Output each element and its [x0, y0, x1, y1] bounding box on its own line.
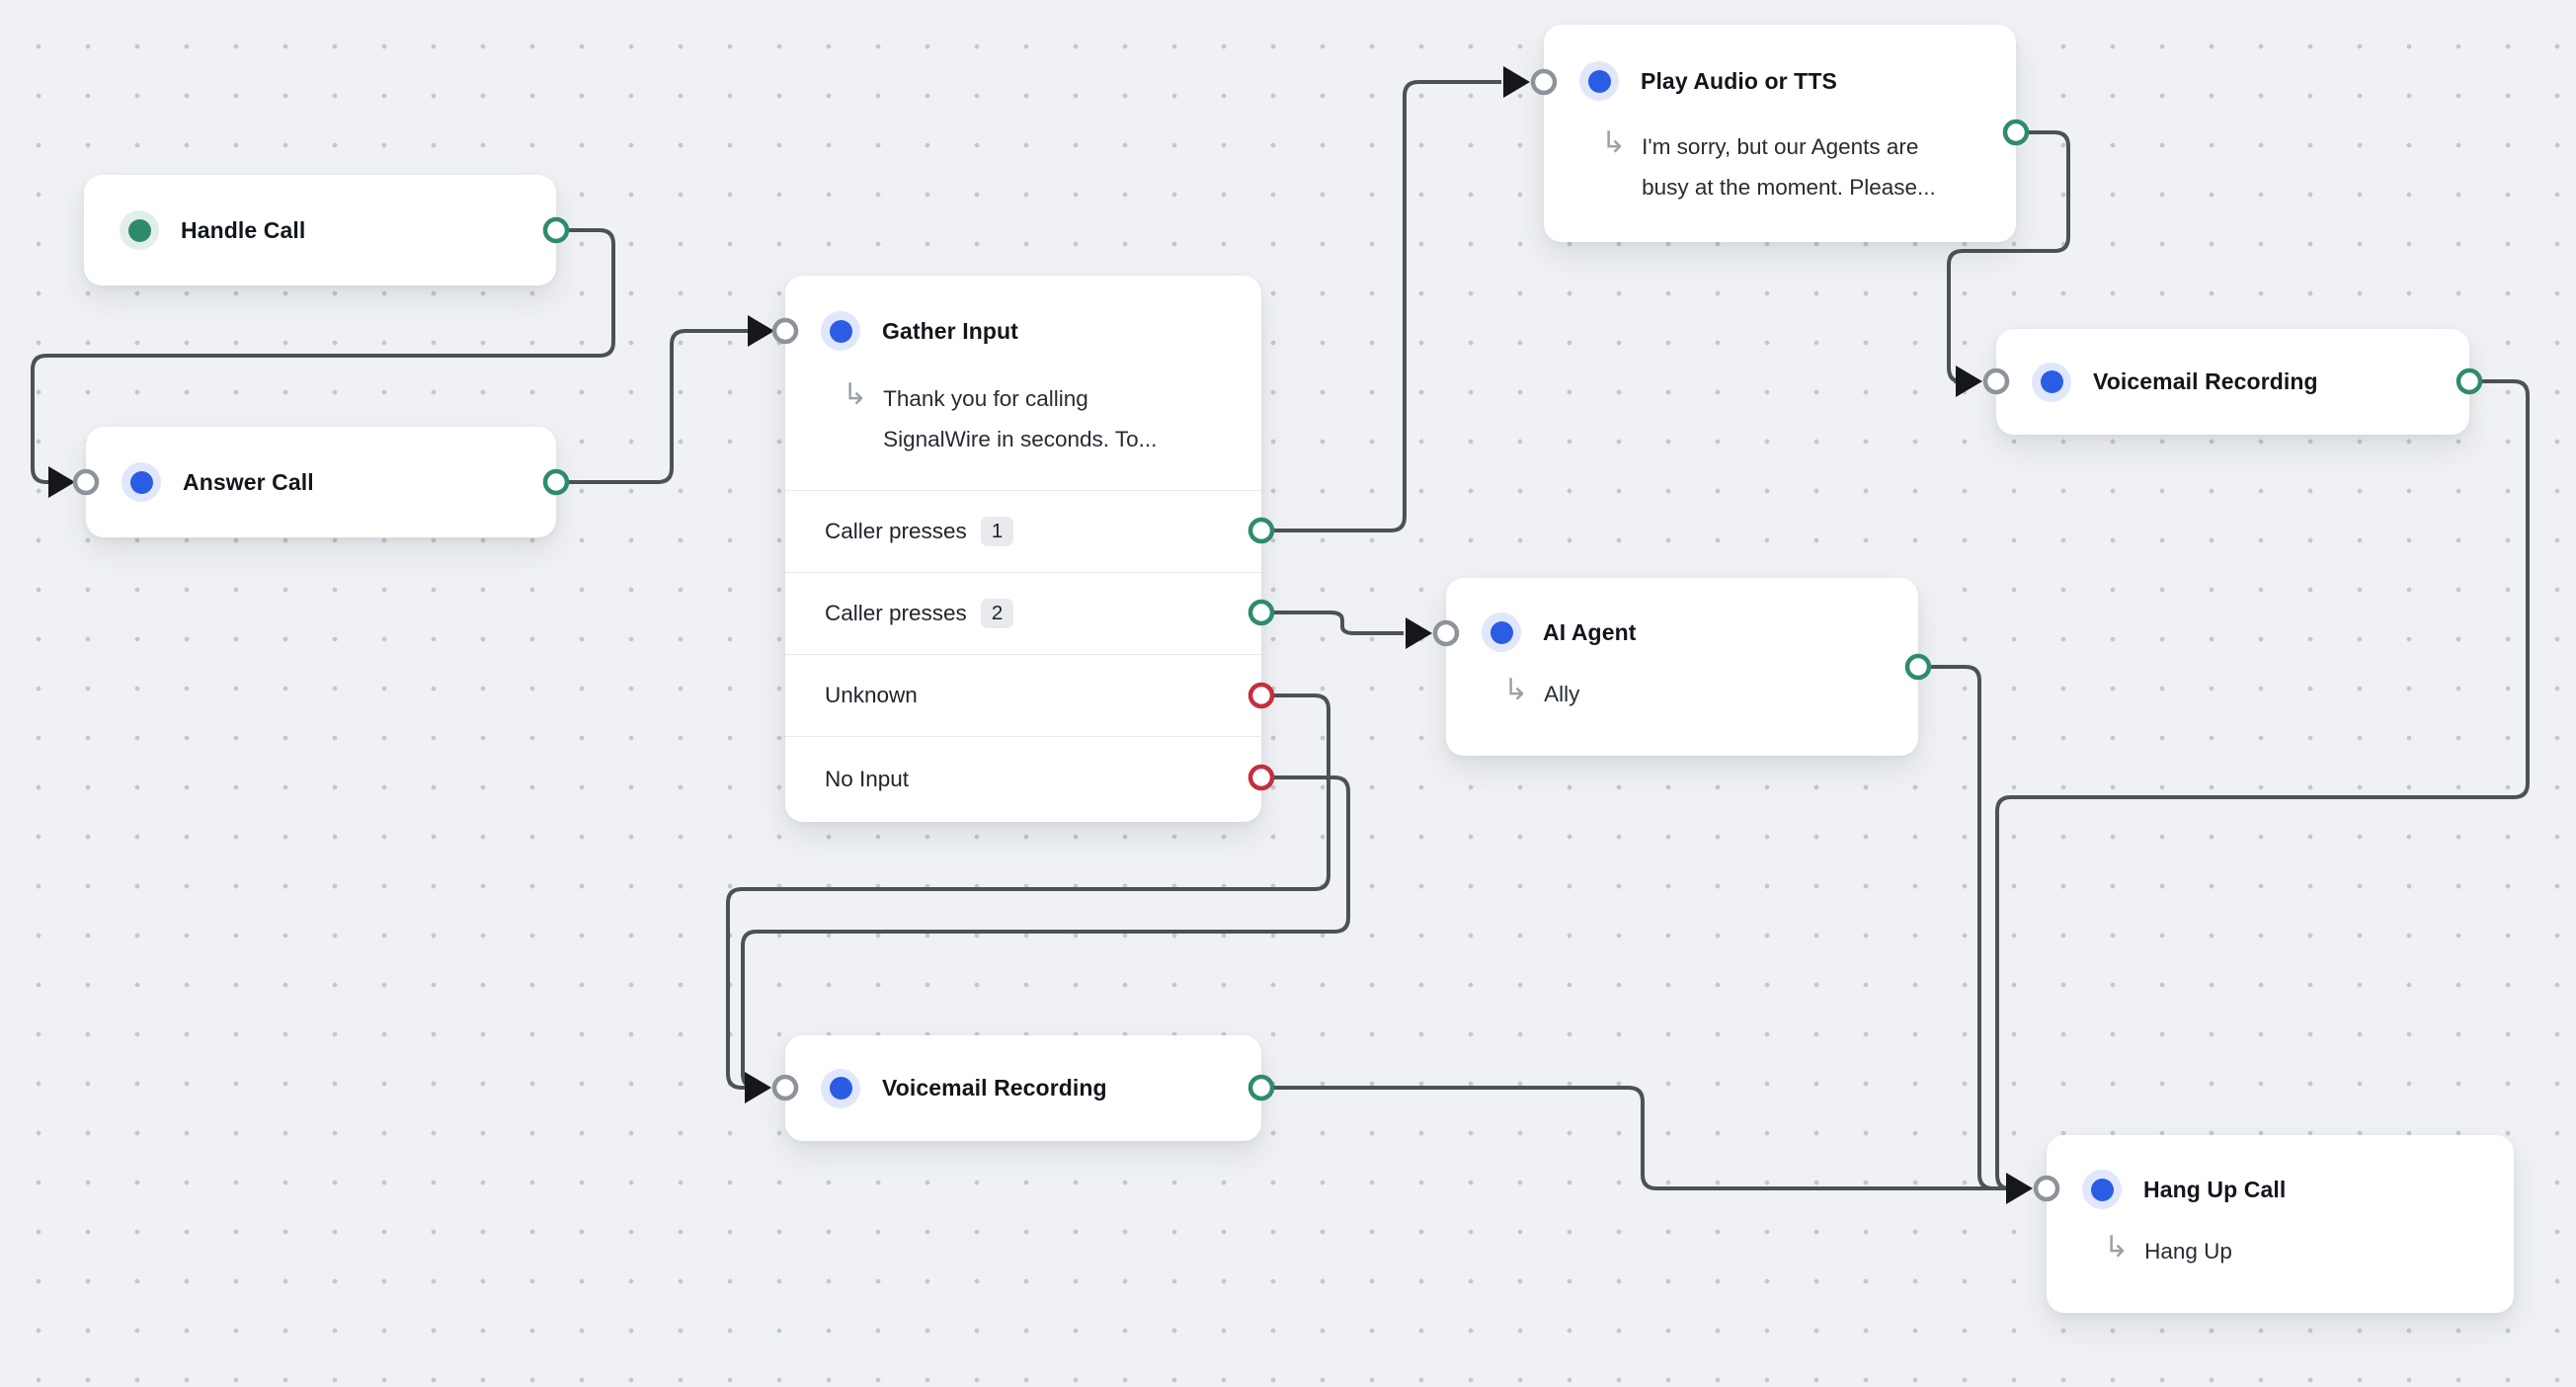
output-row-unknown[interactable]: Unknown [785, 654, 1261, 736]
node-subtitle: Ally [1544, 674, 1579, 714]
node-gather-input[interactable]: Gather Input ↳ Thank you for callingSign… [785, 276, 1261, 822]
node-title: Voicemail Recording [882, 1075, 1107, 1101]
flow-canvas[interactable]: { "app": { "description": "Call flow bui… [0, 0, 2576, 1387]
node-subtitle: I'm sorry, but our Agents arebusy at the… [1642, 126, 1936, 207]
hang-up-icon [2082, 1170, 2122, 1209]
node-voicemail-recording-bottom[interactable]: Voicemail Recording [785, 1035, 1261, 1141]
branch-arrow-icon: ↳ [2104, 1233, 2129, 1263]
node-title: Handle Call [181, 217, 305, 244]
node-title: Answer Call [183, 469, 314, 496]
node-subtitle: Hang Up [2144, 1231, 2232, 1271]
edge-press2-to-aiagent [1261, 612, 1404, 633]
node-answer-call[interactable]: Answer Call [86, 427, 556, 537]
node-title: Gather Input [882, 318, 1018, 345]
ai-agent-icon [1482, 612, 1521, 652]
answer-call-icon [121, 462, 161, 502]
voicemail-icon [821, 1069, 860, 1108]
node-title: Hang Up Call [2143, 1177, 2286, 1203]
play-audio-icon [1579, 61, 1619, 101]
edge-voicemail-to-hangup [1261, 1088, 2004, 1188]
edge-press1-to-playaudio [1261, 82, 1501, 530]
handle-call-icon [120, 210, 159, 250]
node-handle-call[interactable]: Handle Call [84, 175, 556, 286]
output-row-caller-presses-2[interactable]: Caller presses 2 [785, 572, 1261, 654]
output-row-caller-presses-1[interactable]: Caller presses 1 [785, 490, 1261, 572]
branch-arrow-icon: ↳ [843, 380, 867, 410]
node-title: Voicemail Recording [2093, 368, 2318, 395]
key-badge: 2 [981, 599, 1013, 628]
edge-answer-to-gather [556, 331, 748, 482]
output-row-no-input[interactable]: No Input [785, 736, 1261, 822]
edge-aiagent-to-hangup [1918, 667, 2004, 1188]
voicemail-icon [2032, 363, 2071, 402]
node-title: Play Audio or TTS [1641, 68, 1837, 95]
node-subtitle: Thank you for callingSignalWire in secon… [883, 378, 1157, 459]
key-badge: 1 [981, 517, 1013, 546]
gather-input-icon [821, 311, 860, 351]
node-play-audio-tts[interactable]: Play Audio or TTS ↳ I'm sorry, but our A… [1544, 25, 2016, 242]
branch-arrow-icon: ↳ [1503, 676, 1528, 705]
branch-arrow-icon: ↳ [1601, 128, 1626, 158]
node-voicemail-recording-right[interactable]: Voicemail Recording [1996, 329, 2469, 435]
edge-voicemailright-to-hangup [1997, 381, 2528, 1188]
node-hang-up-call[interactable]: Hang Up Call ↳ Hang Up [2047, 1135, 2514, 1313]
node-ai-agent[interactable]: AI Agent ↳ Ally [1446, 578, 1918, 756]
node-title: AI Agent [1543, 619, 1637, 646]
